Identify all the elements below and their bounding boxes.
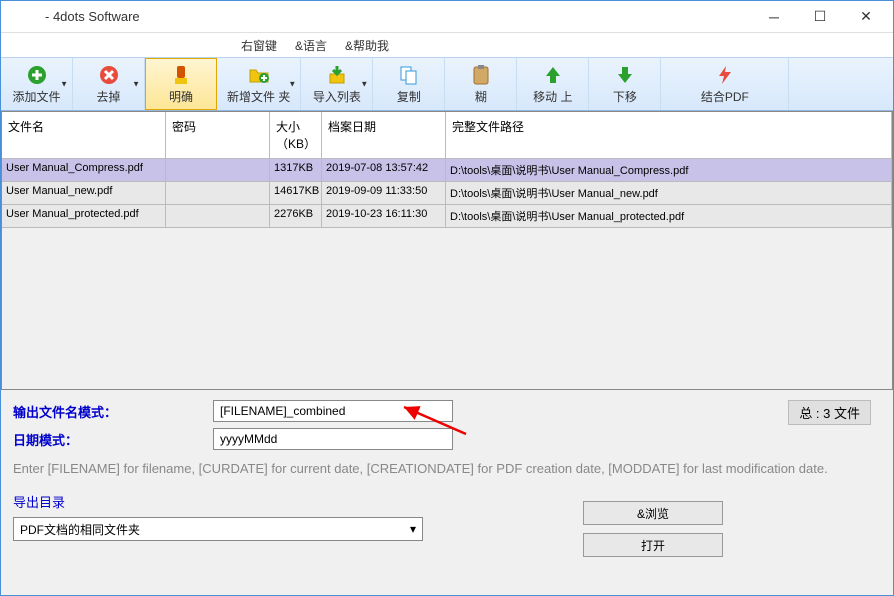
pattern-hint-text: Enter [FILENAME] for filename, [CURDATE]… <box>13 460 881 478</box>
remove-button[interactable]: 去掉 ▼ <box>73 58 145 110</box>
clear-icon <box>170 64 192 86</box>
dropdown-icon[interactable]: ▼ <box>132 80 140 89</box>
remove-icon <box>98 64 120 86</box>
date-pattern-label: 日期模式： <box>13 430 213 449</box>
add-file-button[interactable]: 添加文件 ▼ <box>1 58 73 110</box>
filename-pattern-input[interactable] <box>213 400 453 422</box>
grid-empty-area <box>2 228 892 410</box>
lightning-icon <box>714 64 736 86</box>
col-size[interactable]: 大小（KB） <box>270 112 322 159</box>
clear-button[interactable]: 明确 <box>145 58 217 110</box>
move-up-button[interactable]: 移动 上 <box>517 58 589 110</box>
add-icon <box>26 64 48 86</box>
copy-icon <box>398 64 420 86</box>
dropdown-icon[interactable]: ▼ <box>360 80 368 89</box>
chevron-down-icon: ▾ <box>410 522 416 536</box>
output-panel: 总 : 3 文件 输出文件名模式： 日期模式： Enter [FILENAME]… <box>1 389 893 595</box>
arrow-down-icon <box>614 64 636 86</box>
table-row[interactable]: User Manual_Compress.pdf 1317KB 2019-07-… <box>2 159 892 182</box>
import-list-button[interactable]: 导入列表 ▼ <box>301 58 373 110</box>
date-pattern-input[interactable] <box>213 428 453 450</box>
menu-bar: 右窗键 &语言 &帮助我 <box>1 33 893 57</box>
toolbar: 添加文件 ▼ 去掉 ▼ 明确 新增文件 夹 ▼ 导入列表 ▼ 复制 糊 移动 上… <box>1 57 893 111</box>
folder-add-icon <box>248 64 270 86</box>
copy-button[interactable]: 复制 <box>373 58 445 110</box>
new-folder-button[interactable]: 新增文件 夹 ▼ <box>217 58 301 110</box>
export-dir-combo[interactable]: PDF文档的相同文件夹 ▾ <box>13 517 423 541</box>
paste-icon <box>470 64 492 86</box>
col-filename[interactable]: 文件名 <box>2 112 166 159</box>
window-title: - 4dots Software <box>5 9 751 24</box>
combine-pdf-button[interactable]: 结合PDF <box>661 58 789 110</box>
file-count-summary: 总 : 3 文件 <box>788 400 871 425</box>
menu-rightkey[interactable]: 右窗键 <box>241 37 277 54</box>
import-icon <box>326 64 348 86</box>
arrow-up-icon <box>542 64 564 86</box>
table-row[interactable]: User Manual_protected.pdf 2276KB 2019-10… <box>2 205 892 228</box>
menu-help[interactable]: &帮助我 <box>345 37 389 54</box>
minimize-button[interactable]: ─ <box>751 2 797 32</box>
move-down-button[interactable]: 下移 <box>589 58 661 110</box>
menu-language[interactable]: &语言 <box>295 37 327 54</box>
maximize-button[interactable]: ☐ <box>797 2 843 32</box>
col-password[interactable]: 密码 <box>166 112 270 159</box>
open-button[interactable]: 打开 <box>583 533 723 557</box>
title-bar: - 4dots Software ─ ☐ ✕ <box>1 1 893 33</box>
paste-button[interactable]: 糊 <box>445 58 517 110</box>
col-path[interactable]: 完整文件路径 <box>446 112 892 159</box>
export-dir-label: 导出目录 <box>13 492 881 511</box>
dropdown-icon[interactable]: ▼ <box>288 80 296 89</box>
file-grid: 文件名 密码 大小（KB） 档案日期 完整文件路径 User Manual_Co… <box>1 111 893 411</box>
filename-pattern-label: 输出文件名模式： <box>13 402 213 421</box>
dropdown-icon[interactable]: ▼ <box>60 80 68 89</box>
browse-button[interactable]: &浏览 <box>583 501 723 525</box>
col-date[interactable]: 档案日期 <box>322 112 446 159</box>
close-button[interactable]: ✕ <box>843 2 889 32</box>
table-row[interactable]: User Manual_new.pdf 14617KB 2019-09-09 1… <box>2 182 892 205</box>
grid-header: 文件名 密码 大小（KB） 档案日期 完整文件路径 <box>2 112 892 159</box>
